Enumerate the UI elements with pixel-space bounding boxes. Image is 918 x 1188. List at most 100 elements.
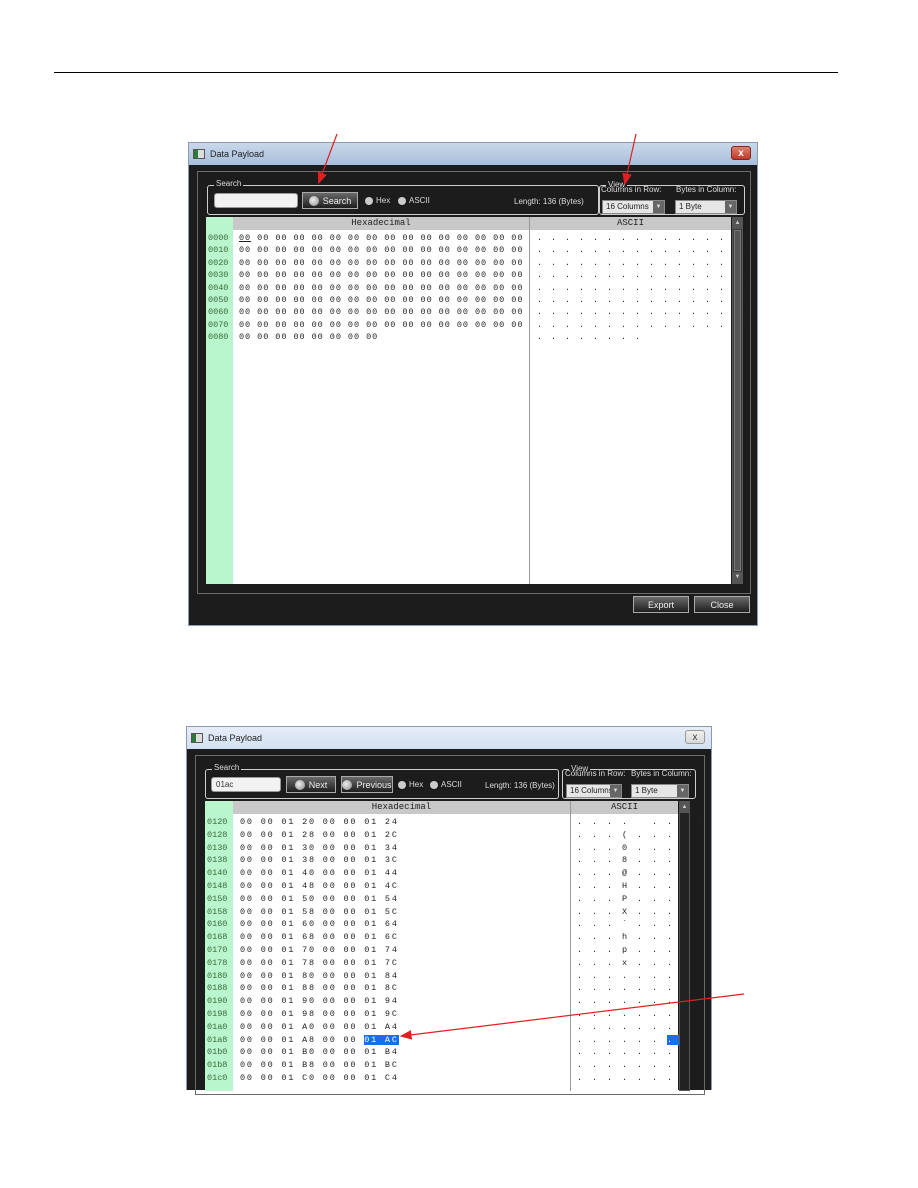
row-ascii[interactable]: . . . . . . . . [577,996,690,1006]
row-hex-bytes[interactable]: 00 00 01 40 00 00 01 44 [240,868,399,878]
row-hex-bytes[interactable]: 00 00 01 A8 00 00 01 AC [240,1034,399,1045]
scrollbar-thumb[interactable] [734,230,741,571]
row-ascii[interactable]: . . . P . . . T [577,894,690,904]
row-hex-bytes[interactable]: 00 00 01 88 00 00 01 8C [240,983,399,993]
close-window-button[interactable]: x [685,730,705,744]
row-hex-bytes[interactable]: 00 00 01 30 00 00 01 34 [240,843,399,853]
row-address: 0070 [208,319,229,330]
row-address: 01b0 [207,1047,228,1058]
row-ascii[interactable]: . . . . . . . . [577,1022,690,1032]
scroll-down-icon[interactable]: ▼ [733,572,742,583]
row-hex-bytes[interactable]: 00 00 01 68 00 00 01 6C [240,932,399,942]
close-button[interactable]: Close [694,596,750,613]
row-ascii[interactable]: . . . . . . . . [577,1047,690,1057]
row-ascii[interactable]: . . . . . . . . [577,983,690,993]
row-ascii[interactable]: . . . h . . . l [577,932,690,942]
chevron-down-icon: ▼ [653,201,664,213]
scroll-up-icon[interactable]: ▲ [733,218,742,229]
title-bar: Data Payload x [187,727,711,749]
row-ascii[interactable]: . . . . . . . . . . . . . . . . [537,270,754,280]
row-hex-bytes[interactable]: 00 00 00 00 00 00 00 00 00 00 00 00 00 0… [239,307,523,317]
row-ascii[interactable]: . . . . . . . . [577,1073,690,1083]
row-hex-bytes[interactable]: 00 00 01 58 00 00 01 5C [240,907,399,917]
row-ascii[interactable]: . . . . . . . . . . . . . . . . [537,233,754,243]
previous-button[interactable]: Previous [341,776,393,793]
row-ascii[interactable]: . . . . . . . . [537,332,642,342]
vertical-scrollbar[interactable]: ▲ [679,801,690,1091]
bytes-in-column-label: Bytes in Column: [676,185,737,194]
cursor-byte[interactable]: 00 [239,233,251,243]
row-ascii[interactable]: . . . 0 . . . 4 [577,843,690,853]
row-hex-bytes[interactable]: 00 00 01 60 00 00 01 64 [240,919,399,929]
row-address: 0060 [208,307,229,318]
row-address: 01b8 [207,1060,228,1071]
row-hex-bytes[interactable]: 00 00 01 C0 00 00 01 C4 [240,1073,399,1083]
search-icon [308,195,319,206]
hex-column-header: Hexadecimal [233,217,529,230]
row-ascii[interactable]: . . . . . . . . . . . . . . . . [537,283,754,293]
row-ascii[interactable]: . . . . . . . . [577,1009,690,1019]
bytes-select[interactable]: 1 Byte ▼ [675,200,737,214]
row-ascii[interactable]: . . . . . . . . . . . . . . . . [537,295,754,305]
row-hex-bytes[interactable]: 00 00 01 28 00 00 01 2C [240,830,399,840]
next-button[interactable]: Next [286,776,336,793]
radio-ascii[interactable]: ASCII [430,780,462,789]
row-address: 0130 [207,842,228,853]
row-ascii[interactable]: . . . x . . . | [577,958,690,968]
row-hex-bytes[interactable]: 00 00 00 00 00 00 00 00 00 00 00 00 00 0… [239,258,523,268]
row-hex-bytes[interactable]: 00 00 00 00 00 00 00 00 00 00 00 00 00 0… [239,320,523,330]
row-address: 0190 [207,996,228,1007]
previous-icon [342,779,353,790]
radio-hex[interactable]: Hex [365,196,390,205]
scroll-up-icon[interactable]: ▲ [680,802,689,813]
columns-select[interactable]: 16 Columns ▼ [566,784,622,798]
row-ascii[interactable]: . . . p . . . t [577,945,690,955]
row-hex-bytes[interactable]: 00 00 01 90 00 00 01 94 [240,996,399,1006]
close-window-button[interactable]: x [731,146,751,160]
export-button[interactable]: Export [633,596,689,613]
pane-divider [570,801,571,1091]
row-ascii[interactable]: . . . ( . . . , [577,830,690,840]
row-ascii[interactable]: . . . X . . . \ [577,907,690,917]
row-hex-bytes[interactable]: 00 00 00 00 00 00 00 00 00 00 00 00 00 0… [239,295,523,305]
row-ascii[interactable]: . . . 8 . . . < [577,855,690,865]
ascii-column-header: ASCII [530,217,731,230]
row-ascii[interactable]: . . . . . . . . . . . . . . . . [537,320,754,330]
row-hex-bytes[interactable]: 00 00 00 00 00 00 00 00 00 00 00 00 00 0… [239,283,523,293]
search-input[interactable] [214,193,298,208]
selected-hex-bytes[interactable]: 01 AC [364,1034,399,1045]
row-hex-bytes[interactable]: 00 00 01 B8 00 00 01 BC [240,1060,399,1070]
row-ascii[interactable]: . . . . . . . . . . . . . . . . [537,245,754,255]
row-hex-bytes[interactable]: 00 00 00 00 00 00 00 00 00 00 00 00 00 0… [239,270,523,280]
row-address: 0198 [207,1009,228,1019]
row-ascii[interactable]: . . . . . . . . [577,971,690,981]
row-hex-bytes[interactable]: 00 00 01 A0 00 00 01 A4 [240,1022,399,1032]
row-hex-bytes[interactable]: 00 00 01 98 00 00 01 9C [240,1009,399,1019]
row-ascii[interactable]: . . . . . . . . [577,1034,690,1045]
radio-ascii[interactable]: ASCII [398,196,430,205]
row-ascii[interactable]: . . . . . . . . . . . . . . . . [537,307,754,317]
bytes-select-value: 1 Byte [635,786,658,795]
row-ascii[interactable]: . . . H . . . L [577,881,690,891]
row-ascii[interactable]: . . . ` . . . d [577,919,690,929]
row-hex-bytes[interactable]: 00 00 01 78 00 00 01 7C [240,958,399,968]
row-ascii[interactable]: . . . . . . . . [577,1060,690,1070]
row-ascii[interactable]: . . . . . . . . . . . . . . . . [537,258,754,268]
row-hex-bytes[interactable]: 00 00 01 20 00 00 01 24 [240,817,399,827]
row-hex-bytes[interactable]: 00 00 01 50 00 00 01 54 [240,894,399,904]
search-input[interactable]: 01ac [211,777,281,792]
radio-hex[interactable]: Hex [398,780,423,789]
bytes-select[interactable]: 1 Byte ▼ [631,784,689,798]
columns-select[interactable]: 16 Columns ▼ [602,200,665,214]
row-hex-bytes[interactable]: 00 00 00 00 00 00 00 00 00 00 00 00 00 0… [239,245,523,255]
vertical-scrollbar[interactable]: ▲ ▼ [732,217,743,584]
row-hex-bytes[interactable]: 00 00 01 38 00 00 01 3C [240,855,399,865]
row-hex-bytes[interactable]: 00 00 01 70 00 00 01 74 [240,945,399,955]
row-hex-bytes[interactable]: 00 00 01 48 00 00 01 4C [240,881,399,891]
row-hex-bytes[interactable]: 00 00 01 B0 00 00 01 B4 [240,1047,399,1057]
row-ascii[interactable]: . . . @ . . . D [577,868,690,878]
row-hex-bytes[interactable]: 00 00 00 00 00 00 00 00 00 00 00 00 00 0… [239,233,523,243]
row-hex-bytes[interactable]: 00 00 00 00 00 00 00 00 [239,332,378,342]
row-hex-bytes[interactable]: 00 00 01 80 00 00 01 84 [240,971,399,981]
search-button[interactable]: Search [302,192,358,209]
